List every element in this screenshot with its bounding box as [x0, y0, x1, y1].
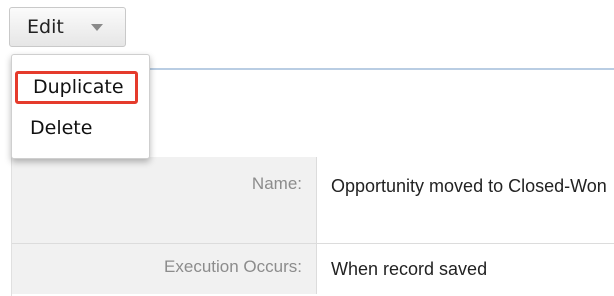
edit-button-label: Edit: [27, 15, 64, 38]
menu-item-delete[interactable]: Delete: [30, 115, 167, 142]
edit-dropdown-menu: Duplicate Delete: [11, 54, 150, 159]
field-row-execution-occurs: Execution Occurs: When record saved: [12, 243, 614, 294]
field-value-execution-occurs: When record saved: [316, 244, 614, 294]
field-value-name: Opportunity moved to Closed-Won: [316, 157, 614, 243]
field-label-name: Name:: [12, 157, 316, 243]
screen: Edit Name: Opportunity moved to Closed-W…: [0, 0, 614, 296]
chevron-down-icon[interactable]: [90, 23, 103, 31]
field-row-name: Name: Opportunity moved to Closed-Won: [12, 157, 614, 243]
field-label-execution-occurs: Execution Occurs:: [12, 244, 316, 294]
menu-item-duplicate[interactable]: Duplicate: [15, 71, 138, 104]
edit-button[interactable]: Edit: [9, 7, 126, 47]
